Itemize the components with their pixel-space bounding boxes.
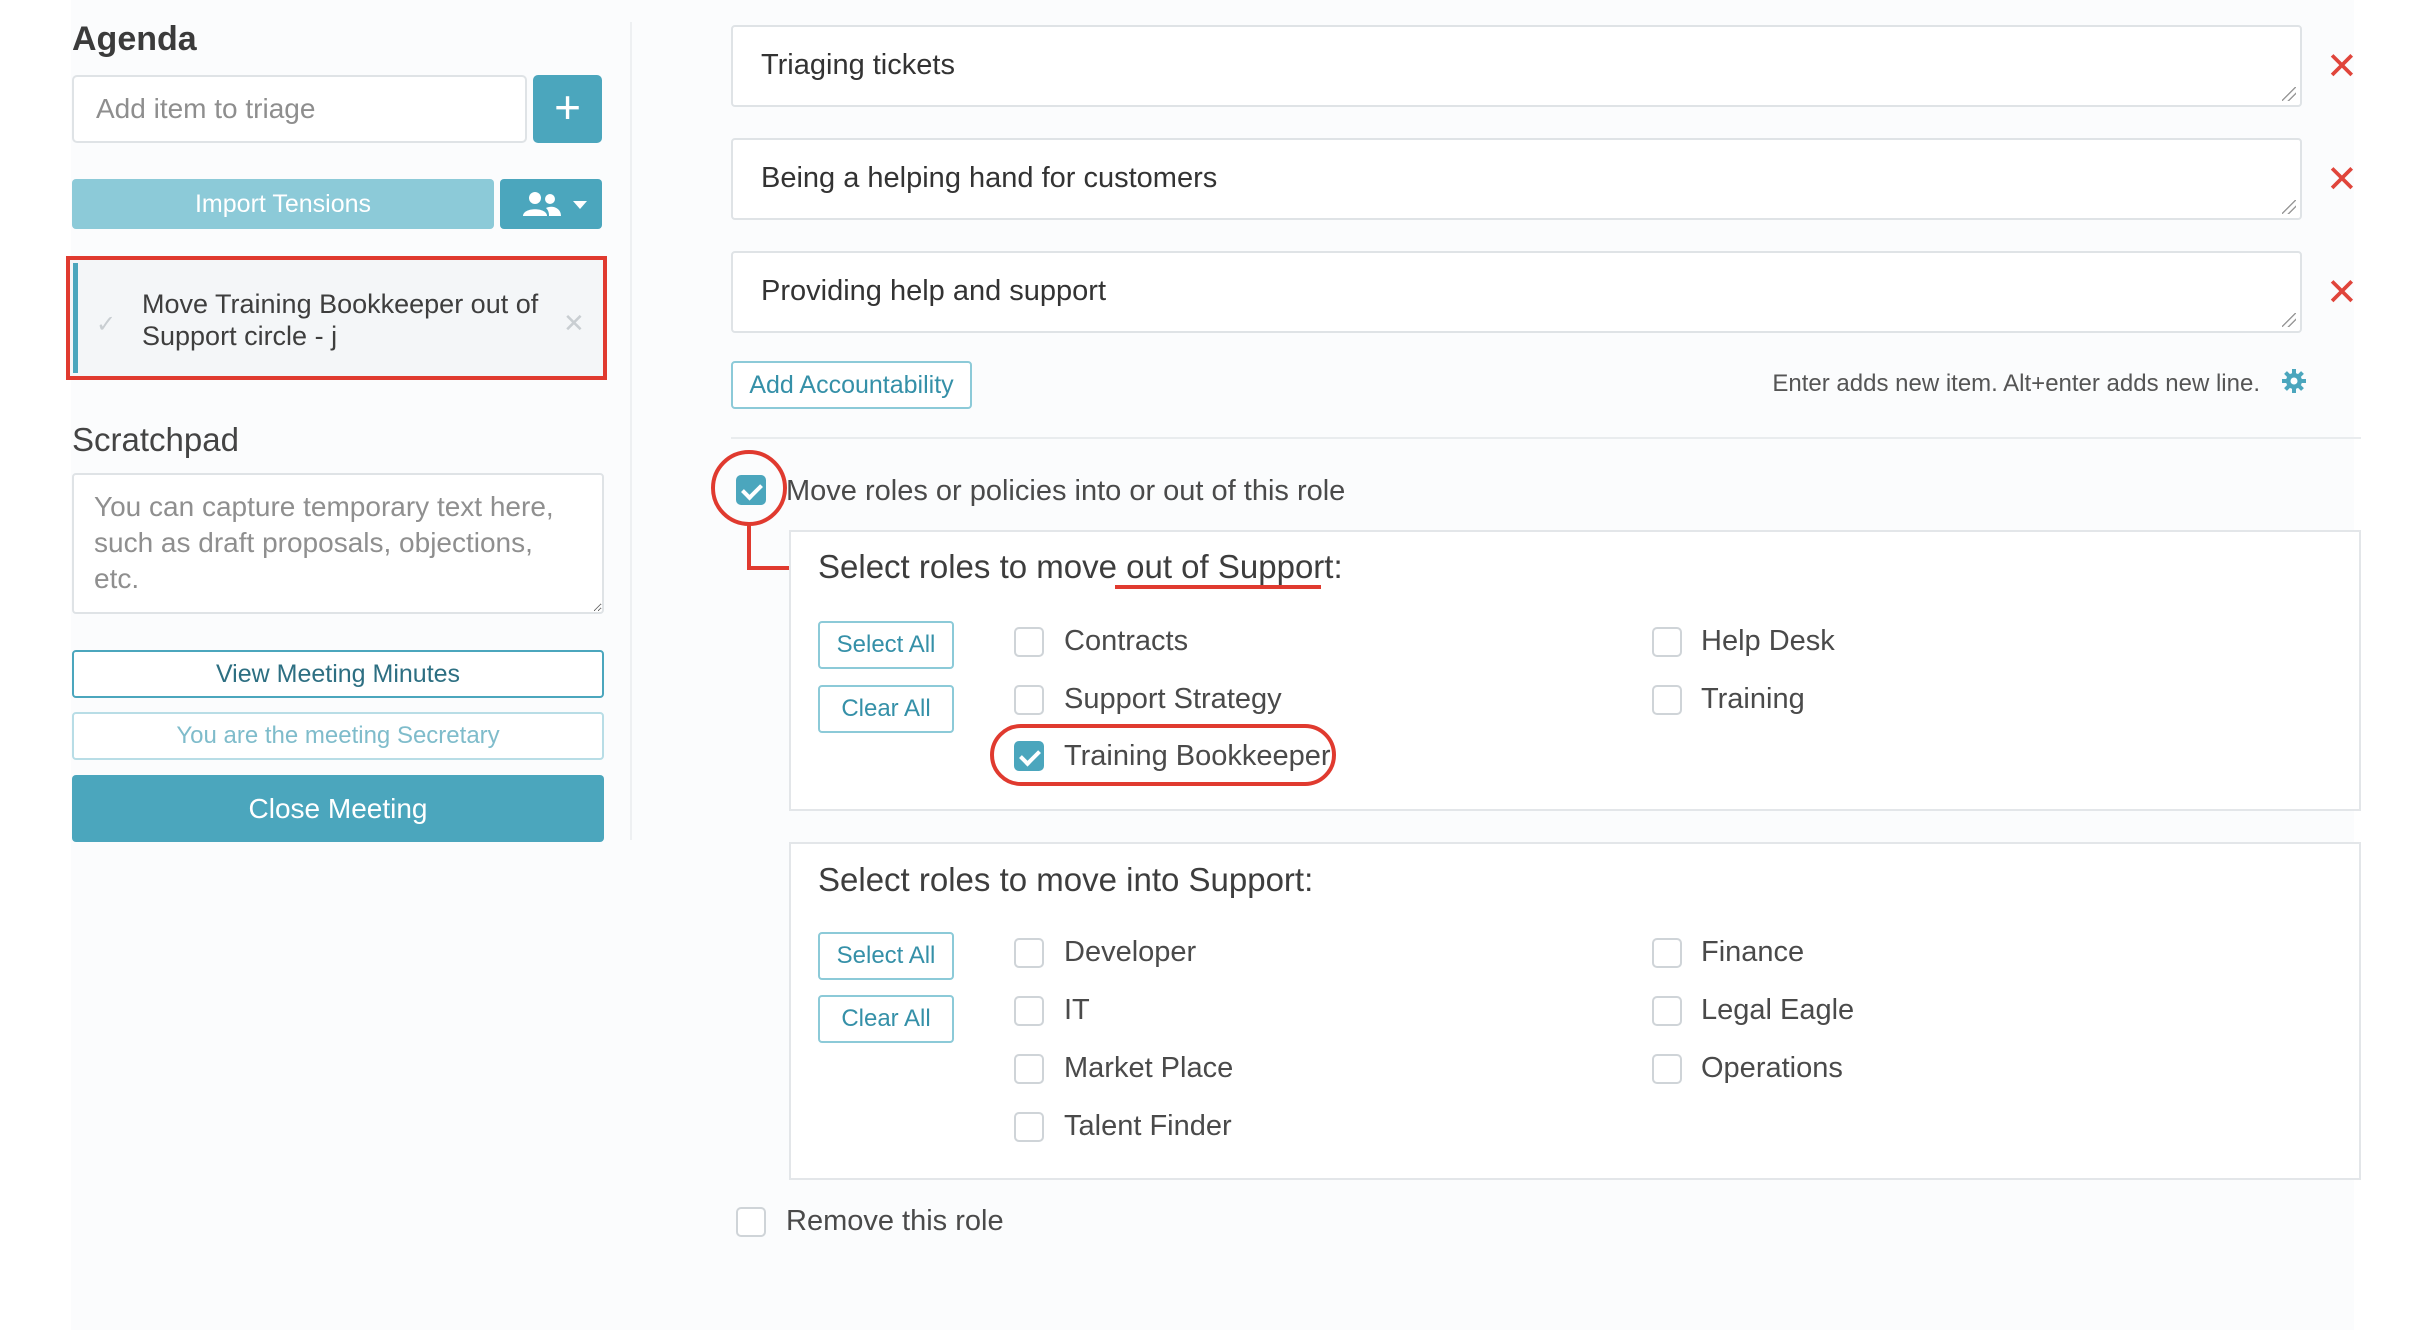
move-out-title-suffix: : bbox=[1333, 548, 1343, 585]
clear-all-into-button[interactable]: Clear All bbox=[818, 995, 954, 1043]
scratchpad-textarea[interactable] bbox=[72, 473, 604, 614]
add-item-button[interactable]: + bbox=[533, 75, 602, 143]
add-item-input[interactable] bbox=[72, 75, 527, 143]
section-divider bbox=[731, 437, 2361, 439]
role-checkbox-training[interactable] bbox=[1652, 685, 1682, 715]
sidebar-divider bbox=[630, 22, 632, 840]
accountability-field[interactable]: Being a helping hand for customers bbox=[731, 138, 2302, 220]
gear-icon[interactable] bbox=[2281, 368, 2307, 394]
check-icon[interactable]: ✓ bbox=[96, 310, 116, 339]
hint-text: Enter adds new item. Alt+enter adds new … bbox=[1772, 370, 2260, 397]
accountability-text: Providing help and support bbox=[761, 275, 1107, 307]
accountability-text: Being a helping hand for customers bbox=[761, 162, 1218, 194]
select-all-into-button[interactable]: Select All bbox=[818, 932, 954, 980]
role-label: Training bbox=[1701, 683, 1805, 715]
role-label: IT bbox=[1064, 994, 1090, 1026]
agenda-heading: Agenda bbox=[72, 20, 197, 58]
role-label: Operations bbox=[1701, 1052, 1843, 1084]
accountability-text: Triaging tickets bbox=[761, 49, 955, 81]
clear-all-out-button[interactable]: Clear All bbox=[818, 685, 954, 733]
role-label: Finance bbox=[1701, 936, 1805, 968]
people-dropdown-button[interactable] bbox=[500, 179, 602, 229]
resize-handle[interactable] bbox=[2282, 200, 2296, 214]
close-icon[interactable]: ✕ bbox=[563, 308, 585, 339]
annotation-underline bbox=[1115, 585, 1321, 589]
role-label: Support Strategy bbox=[1064, 683, 1282, 715]
role-label: Developer bbox=[1064, 936, 1197, 968]
move-into-title: Select roles to move into Support: bbox=[818, 861, 1314, 898]
annotation-arrow bbox=[747, 525, 751, 570]
role-label: Market Place bbox=[1064, 1052, 1234, 1084]
role-checkbox-training-bookkeeper[interactable] bbox=[1014, 741, 1044, 771]
role-checkbox-talent-finder[interactable] bbox=[1014, 1112, 1044, 1142]
import-tensions-button[interactable]: Import Tensions bbox=[72, 179, 494, 229]
delete-accountability-icon[interactable]: ✕ bbox=[2326, 47, 2358, 87]
plus-icon: + bbox=[554, 81, 581, 133]
select-all-out-button[interactable]: Select All bbox=[818, 621, 954, 669]
add-accountability-button[interactable]: Add Accountability bbox=[731, 361, 972, 409]
close-meeting-button[interactable]: Close Meeting bbox=[72, 775, 604, 842]
move-out-title-prefix: Select roles to move bbox=[818, 548, 1127, 585]
role-checkbox-contracts[interactable] bbox=[1014, 627, 1044, 657]
role-checkbox-support-strategy[interactable] bbox=[1014, 685, 1044, 715]
role-checkbox-operations[interactable] bbox=[1652, 1054, 1682, 1084]
resize-handle[interactable] bbox=[2282, 87, 2296, 101]
accountability-field[interactable]: Providing help and support bbox=[731, 251, 2302, 333]
scratchpad-heading: Scratchpad bbox=[72, 421, 239, 458]
delete-accountability-icon[interactable]: ✕ bbox=[2326, 273, 2358, 313]
move-out-title-emphasis: out of Support bbox=[1126, 548, 1334, 585]
role-label: Talent Finder bbox=[1064, 1110, 1232, 1142]
agenda-item[interactable]: ✓ Move Training Bookkeeper out of Suppor… bbox=[66, 256, 607, 380]
role-label: Help Desk bbox=[1701, 625, 1835, 657]
people-icon bbox=[523, 192, 561, 216]
agenda-item-text: Move Training Bookkeeper out of Support … bbox=[142, 289, 539, 351]
remove-role-label: Remove this role bbox=[786, 1205, 1004, 1237]
role-checkbox-finance[interactable] bbox=[1652, 938, 1682, 968]
role-checkbox-legal-eagle[interactable] bbox=[1652, 996, 1682, 1026]
view-meeting-minutes-button[interactable]: View Meeting Minutes bbox=[72, 650, 604, 698]
role-label: Contracts bbox=[1064, 625, 1189, 657]
role-label: Legal Eagle bbox=[1701, 994, 1855, 1026]
resize-handle[interactable] bbox=[2282, 313, 2296, 327]
role-checkbox-it[interactable] bbox=[1014, 996, 1044, 1026]
move-out-title: Select roles to move out of Support: bbox=[818, 548, 1343, 586]
agenda-item-accent bbox=[73, 263, 78, 373]
chevron-down-icon bbox=[573, 201, 587, 209]
move-roles-checkbox[interactable] bbox=[736, 475, 766, 505]
move-roles-label: Move roles or policies into or out of th… bbox=[786, 475, 1346, 507]
delete-accountability-icon[interactable]: ✕ bbox=[2326, 160, 2358, 200]
remove-role-checkbox[interactable] bbox=[736, 1207, 766, 1237]
role-checkbox-developer[interactable] bbox=[1014, 938, 1044, 968]
role-checkbox-market-place[interactable] bbox=[1014, 1054, 1044, 1084]
role-checkbox-help-desk[interactable] bbox=[1652, 627, 1682, 657]
secretary-status-button[interactable]: You are the meeting Secretary bbox=[72, 712, 604, 760]
accountability-field[interactable]: Triaging tickets bbox=[731, 25, 2302, 107]
role-label: Training Bookkeeper bbox=[1064, 740, 1331, 772]
